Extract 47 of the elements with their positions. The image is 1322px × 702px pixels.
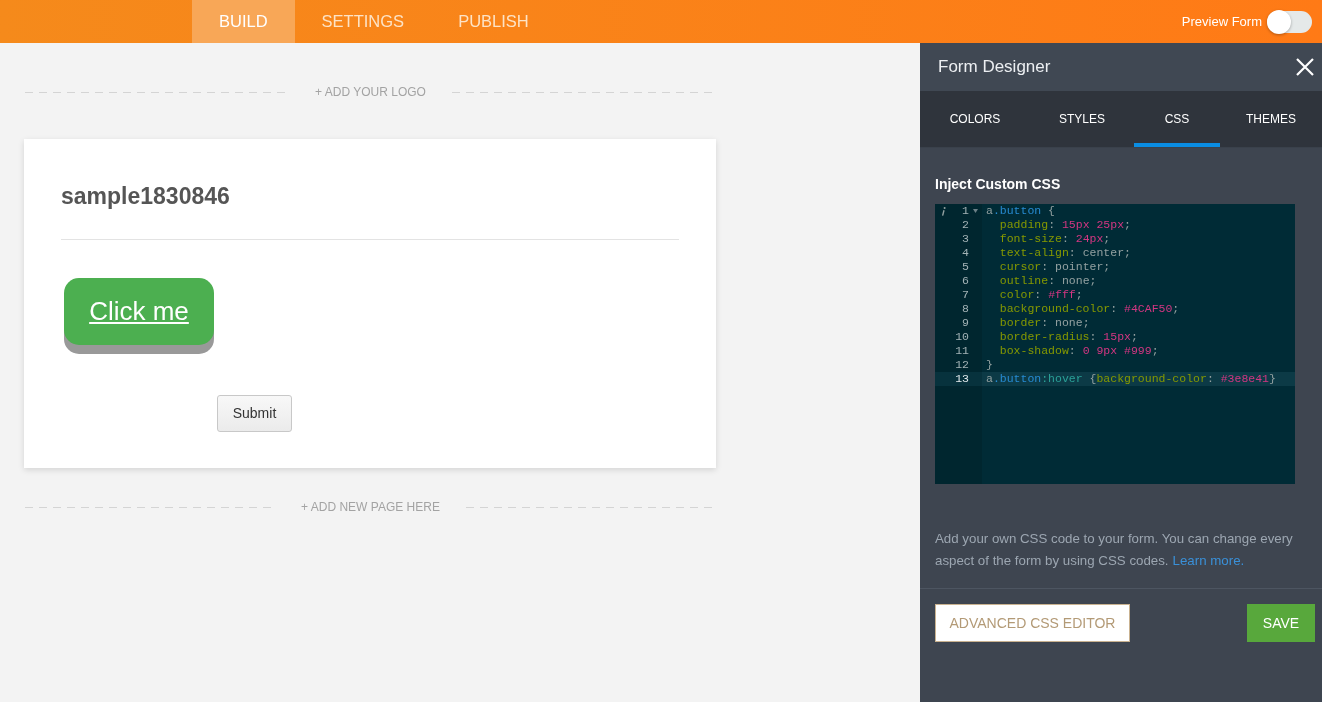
line-number: 3 xyxy=(962,232,969,246)
add-logo-link[interactable]: + ADD YOUR LOGO xyxy=(315,83,426,101)
line-number: 4 xyxy=(962,246,969,260)
line-number: 13 xyxy=(955,372,969,386)
nav-tab[interactable]: BUILD xyxy=(192,0,295,43)
advanced-editor-button[interactable]: ADVANCED CSS EDITOR xyxy=(935,604,1130,642)
code-line: outline: none; xyxy=(998,274,1097,288)
description-text: Add your own CSS code to your form. You can change every aspect of the form by using CSS codes. Learn more. xyxy=(935,530,1294,570)
designer-tab[interactable]: STYLES xyxy=(1030,91,1134,147)
close-icon[interactable] xyxy=(1296,58,1314,76)
form-title: sample1830846 xyxy=(61,183,230,210)
code-line: font-size: 24px; xyxy=(998,232,1111,246)
code-line: cursor: pointer; xyxy=(998,260,1111,274)
code-line: background-color: #4CAF50; xyxy=(998,302,1180,316)
code-line: } xyxy=(986,358,993,372)
save-button[interactable]: SAVE xyxy=(1247,604,1315,642)
line-number: 11 xyxy=(955,344,969,358)
line-number: 5 xyxy=(962,260,969,274)
designer-tab[interactable]: COLORS xyxy=(920,91,1030,147)
line-number: 10 xyxy=(955,330,969,344)
line-number: 6 xyxy=(962,274,969,288)
preview-toggle[interactable] xyxy=(1267,10,1312,33)
submit-button[interactable]: Submit xyxy=(217,395,292,432)
designer-tab[interactable]: CSS xyxy=(1134,91,1220,147)
code-line: border: none; xyxy=(998,316,1090,330)
nav-tab[interactable]: PUBLISH xyxy=(431,0,556,43)
code-line: border-radius: 15px; xyxy=(998,330,1138,344)
line-number: 7 xyxy=(962,288,969,302)
panel-title: Form Designer xyxy=(938,56,1051,79)
line-number: 1 xyxy=(962,204,969,218)
line-number: 2 xyxy=(962,218,969,232)
code-line: box-shadow: 0 9px #999; xyxy=(998,344,1159,358)
section-title: Inject Custom CSS xyxy=(935,176,1061,193)
css-editor[interactable] xyxy=(935,204,1295,484)
preview-form-label: Preview Form xyxy=(1181,12,1262,31)
add-page-link[interactable]: + ADD NEW PAGE HERE xyxy=(301,498,440,516)
learn-more-link[interactable]: Learn more. xyxy=(1172,553,1245,568)
code-line: text-align: center; xyxy=(998,246,1131,260)
line-number: 9 xyxy=(962,316,969,330)
nav-tab[interactable]: SETTINGS xyxy=(294,0,432,43)
line-number: 8 xyxy=(962,302,969,316)
line-number: 12 xyxy=(955,358,969,372)
designer-tab[interactable]: THEMES xyxy=(1220,91,1322,147)
code-line: color: #fff; xyxy=(998,288,1083,302)
fold-caret-icon[interactable] xyxy=(973,209,978,213)
code-line: padding: 15px 25px; xyxy=(998,218,1131,232)
code-line: a.button { xyxy=(986,204,1056,218)
